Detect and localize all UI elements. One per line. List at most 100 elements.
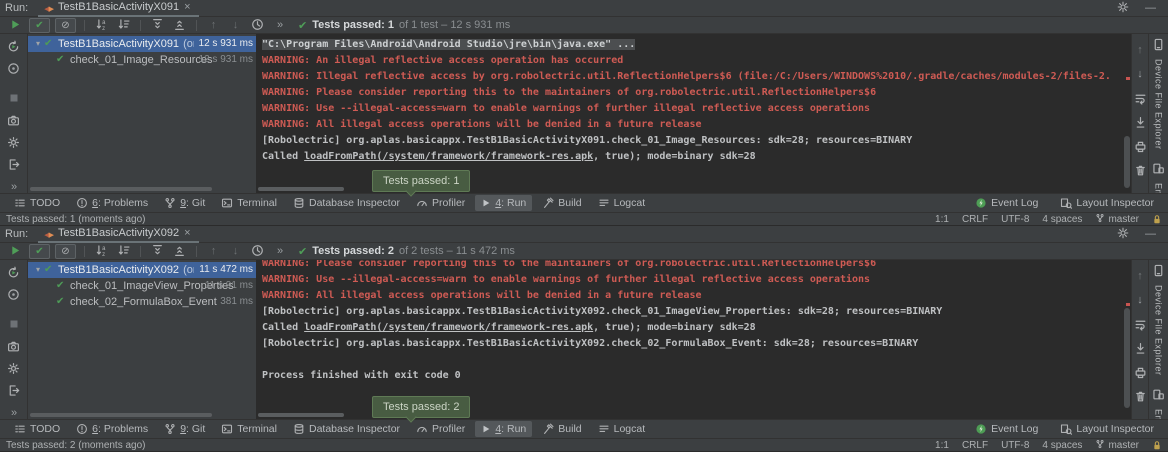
gear-icon[interactable] xyxy=(1117,1,1129,16)
bottom-tab-todo[interactable]: TODO xyxy=(8,195,66,211)
rerun-icon[interactable] xyxy=(7,40,20,54)
bottom-tab-problems[interactable]: 6: Problems xyxy=(70,195,154,211)
run-green-play-icon[interactable] xyxy=(5,244,26,259)
down-arrow-icon[interactable]: ↓ xyxy=(1137,294,1143,307)
soft-wrap-icon[interactable] xyxy=(1134,318,1147,331)
run-tab[interactable]: ◀▶ TestB1BasicActivityX092 × xyxy=(38,226,198,243)
bottom-tab-layout-inspector[interactable]: Layout Inspector xyxy=(1054,195,1160,211)
stop-icon[interactable] xyxy=(8,92,20,106)
run-dashboard-icon[interactable] xyxy=(7,288,20,302)
git-branch-widget[interactable]: master xyxy=(1095,213,1139,226)
hide-icon[interactable]: — xyxy=(1145,2,1156,14)
bottom-tab-run[interactable]: 4: Run xyxy=(475,195,532,211)
sidebar-item-device-file-explorer[interactable]: Device File Explorer xyxy=(1152,38,1165,150)
console-vscrollbar[interactable] xyxy=(1124,308,1130,408)
more-chevrons-icon[interactable]: » xyxy=(11,406,16,420)
test-tree-row[interactable]: ▾✔TestB1BasicActivityX092(org.aplas.t11 … xyxy=(28,262,256,278)
expand-all-icon[interactable] xyxy=(147,244,168,259)
bottom-tab-build[interactable]: Build xyxy=(536,421,587,437)
more-chevrons-icon[interactable]: » xyxy=(269,244,290,259)
show-passed-icon[interactable]: ✔ xyxy=(29,244,50,259)
encoding-selector[interactable]: UTF-8 xyxy=(1001,214,1029,225)
test-history-icon[interactable] xyxy=(247,244,268,259)
chevron-down-icon[interactable]: ▾ xyxy=(32,262,44,278)
sort-by-duration-icon[interactable] xyxy=(113,244,134,259)
next-occurrence-icon[interactable]: ↓ xyxy=(225,244,246,259)
sidebar-item-emulator[interactable]: Emulator xyxy=(1152,388,1165,419)
chevron-down-icon[interactable]: ▾ xyxy=(32,36,44,52)
test-tree-row[interactable]: ✔check_01_ImageView_Properties11 s 91 ms xyxy=(28,278,256,294)
sidebar-item-emulator[interactable]: Emulator xyxy=(1152,162,1165,193)
bottom-tab-git[interactable]: 9: Git xyxy=(158,195,211,211)
import-test-results-icon[interactable] xyxy=(7,158,20,172)
import-test-results-icon[interactable] xyxy=(7,384,20,398)
test-settings-icon[interactable] xyxy=(7,136,20,150)
console-link[interactable]: loadFromPath(/system/framework/framework… xyxy=(304,322,593,333)
caret-position[interactable]: 1:1 xyxy=(935,214,949,225)
screenshot-icon[interactable] xyxy=(7,340,20,354)
bottom-tab-layout-inspector[interactable]: Layout Inspector xyxy=(1054,421,1160,437)
down-arrow-icon[interactable]: ↓ xyxy=(1137,68,1143,81)
gear-icon[interactable] xyxy=(1117,227,1129,242)
bottom-tab-git[interactable]: 9: Git xyxy=(158,421,211,437)
lock-icon[interactable] xyxy=(1152,214,1162,225)
previous-occurrence-icon[interactable]: ↑ xyxy=(203,244,224,259)
caret-position[interactable]: 1:1 xyxy=(935,440,949,451)
console-vscrollbar[interactable] xyxy=(1124,136,1130,188)
show-ignored-icon[interactable]: ⊘ xyxy=(55,244,76,259)
print-icon[interactable] xyxy=(1134,366,1147,379)
bottom-tab-database-inspector[interactable]: Database Inspector xyxy=(287,421,406,437)
show-passed-icon[interactable]: ✔ xyxy=(29,18,50,33)
bottom-tab-terminal[interactable]: Terminal xyxy=(215,421,283,437)
close-icon[interactable]: × xyxy=(184,2,190,12)
bottom-tab-logcat[interactable]: Logcat xyxy=(592,421,652,437)
scroll-to-end-icon[interactable] xyxy=(1134,116,1147,129)
line-ending-selector[interactable]: CRLF xyxy=(962,214,988,225)
tree-hscrollbar[interactable] xyxy=(30,187,212,191)
collapse-all-icon[interactable] xyxy=(169,18,190,33)
sort-alphabetically-icon[interactable]: az xyxy=(91,244,112,259)
more-chevrons-icon[interactable]: » xyxy=(269,18,290,33)
bottom-tab-todo[interactable]: TODO xyxy=(8,421,66,437)
run-tab[interactable]: ◀▶ TestB1BasicActivityX091 × xyxy=(38,0,198,17)
test-tree-row[interactable]: ✔check_01_Image_Resources12 s 931 ms xyxy=(28,52,256,68)
close-icon[interactable]: × xyxy=(184,228,190,238)
show-ignored-icon[interactable]: ⊘ xyxy=(55,18,76,33)
indent-selector[interactable]: 4 spaces xyxy=(1042,440,1082,451)
test-tree-row[interactable]: ▾✔TestB1BasicActivityX091(org.aplas.t12 … xyxy=(28,36,256,52)
bottom-tab-profiler[interactable]: Profiler xyxy=(410,421,471,437)
bottom-tab-problems[interactable]: 6: Problems xyxy=(70,421,154,437)
console-hscrollbar[interactable] xyxy=(258,413,344,417)
console-link[interactable]: loadFromPath(/system/framework/framework… xyxy=(304,151,593,162)
bottom-tab-profiler[interactable]: Profiler xyxy=(410,195,471,211)
sidebar-item-device-file-explorer[interactable]: Device File Explorer xyxy=(1152,264,1165,376)
bottom-tab-event-log[interactable]: Event Log xyxy=(969,421,1044,437)
up-arrow-icon[interactable]: ↑ xyxy=(1137,270,1143,283)
screenshot-icon[interactable] xyxy=(7,114,20,128)
bottom-tab-terminal[interactable]: Terminal xyxy=(215,195,283,211)
bottom-tab-build[interactable]: Build xyxy=(536,195,587,211)
bottom-tab-event-log[interactable]: Event Log xyxy=(969,195,1044,211)
expand-all-icon[interactable] xyxy=(147,18,168,33)
encoding-selector[interactable]: UTF-8 xyxy=(1001,440,1029,451)
soft-wrap-icon[interactable] xyxy=(1134,92,1147,105)
test-tree-row[interactable]: ✔check_02_FormulaBox_Event381 ms xyxy=(28,294,256,310)
scroll-to-end-icon[interactable] xyxy=(1134,342,1147,355)
clear-all-icon[interactable] xyxy=(1134,164,1147,177)
sort-alphabetically-icon[interactable]: az xyxy=(91,18,112,33)
more-chevrons-icon[interactable]: » xyxy=(11,180,16,194)
bottom-tab-run[interactable]: 4: Run xyxy=(475,421,532,437)
sort-by-duration-icon[interactable] xyxy=(113,18,134,33)
line-ending-selector[interactable]: CRLF xyxy=(962,440,988,451)
test-history-icon[interactable] xyxy=(247,18,268,33)
lock-icon[interactable] xyxy=(1152,440,1162,451)
stop-icon[interactable] xyxy=(8,318,20,332)
tree-hscrollbar[interactable] xyxy=(30,413,212,417)
hide-icon[interactable]: — xyxy=(1145,228,1156,240)
rerun-icon[interactable] xyxy=(7,266,20,280)
up-arrow-icon[interactable]: ↑ xyxy=(1137,44,1143,57)
run-dashboard-icon[interactable] xyxy=(7,62,20,76)
test-settings-icon[interactable] xyxy=(7,362,20,376)
previous-occurrence-icon[interactable]: ↑ xyxy=(203,18,224,33)
clear-all-icon[interactable] xyxy=(1134,390,1147,403)
